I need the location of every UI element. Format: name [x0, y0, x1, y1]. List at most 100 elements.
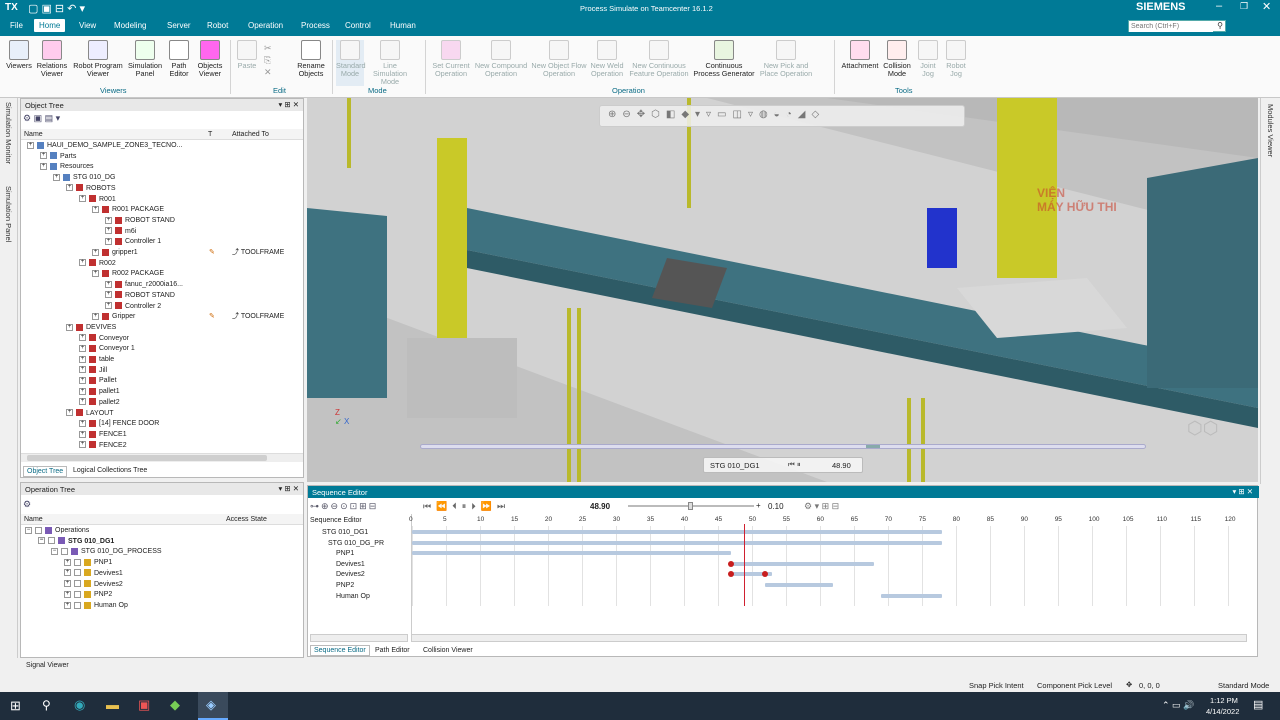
- search-box[interactable]: ⚲: [1128, 20, 1226, 32]
- tree-row[interactable]: + HAUI_DEMO_SAMPLE_ZONE3_TECNO...: [27, 141, 182, 151]
- tree-row[interactable]: + STG 010_DG: [53, 173, 115, 183]
- tab-logical-collections[interactable]: Logical Collections Tree: [73, 467, 147, 474]
- menu-server[interactable]: Server: [167, 21, 191, 30]
- sequence-row-label[interactable]: STG 010_DG1: [322, 528, 368, 538]
- panel-controls-icon[interactable]: ▾ ⊞ ✕: [278, 100, 299, 109]
- expand-toggle-icon[interactable]: +: [66, 409, 73, 417]
- tree-row[interactable]: + R002 PACKAGE: [92, 269, 164, 279]
- menu-modeling[interactable]: Modeling: [114, 21, 146, 30]
- expand-toggle-icon[interactable]: +: [79, 419, 86, 427]
- collision-marker-icon[interactable]: [728, 571, 735, 578]
- gantt-bar[interactable]: [412, 530, 943, 534]
- expand-toggle-icon[interactable]: +: [105, 216, 112, 224]
- menu-robot[interactable]: Robot: [207, 21, 228, 30]
- file-explorer-icon[interactable]: ▬: [106, 697, 119, 712]
- tree-row[interactable]: + pallet2: [79, 398, 120, 408]
- tree-row[interactable]: + R002: [79, 259, 116, 269]
- tree-row[interactable]: + gripper1: [92, 248, 138, 258]
- operation-row[interactable]: + Devives1: [64, 569, 123, 579]
- quick-access-icons[interactable]: ▢ ▣ ⊟ ↶ ▾: [28, 2, 85, 15]
- sequence-row-label[interactable]: Devives1: [336, 560, 365, 570]
- operation-row[interactable]: + Devives2: [64, 580, 123, 590]
- menu-file[interactable]: File: [10, 21, 23, 30]
- operation-tree-toolbar[interactable]: ⚙: [23, 499, 31, 510]
- 3d-viewport[interactable]: ⊕⊖✥⬡◧◆▾▿▭◫▿◍◒◔◢◇ VIỆN MÁY HỮU THI STG 010…: [307, 98, 1258, 482]
- expand-toggle-icon[interactable]: +: [66, 184, 73, 192]
- tree-row[interactable]: + Conveyor: [79, 334, 129, 344]
- gantt-bar[interactable]: [412, 551, 732, 556]
- edge-icon[interactable]: ◉: [74, 697, 85, 713]
- tab-object-tree[interactable]: Object Tree: [23, 466, 68, 477]
- expand-toggle-icon[interactable]: +: [64, 569, 71, 577]
- new-pick-place-operation-button[interactable]: New Pick and Place Operation: [757, 40, 815, 86]
- clock-time[interactable]: 1:12 PM: [1210, 696, 1238, 705]
- tree-row[interactable]: + fanuc_r2000ia16...: [105, 280, 183, 290]
- tab-signal-viewer[interactable]: Signal Viewer: [26, 662, 69, 669]
- tree-row[interactable]: + Gripper: [92, 312, 135, 322]
- tree-row[interactable]: + Parts: [40, 152, 76, 162]
- collision-marker-icon[interactable]: [762, 571, 769, 578]
- operation-row[interactable]: + PNP2: [64, 590, 112, 600]
- tree-row[interactable]: + Jill: [79, 366, 107, 376]
- sequence-toolbar-left[interactable]: ⊶⊕⊖⊙⊡⊞⊟: [310, 501, 378, 512]
- expand-toggle-icon[interactable]: +: [79, 441, 86, 449]
- expand-toggle-icon[interactable]: +: [105, 291, 112, 299]
- attachment-button[interactable]: Attachment: [840, 40, 880, 86]
- expand-toggle-icon[interactable]: +: [66, 323, 73, 331]
- new-continuous-feature-operation-button[interactable]: New Continuous Feature Operation: [627, 40, 691, 86]
- tree-row[interactable]: + ROBOT STAND: [105, 216, 175, 226]
- expand-toggle-icon[interactable]: +: [27, 141, 34, 149]
- sequence-row-label[interactable]: PNP1: [336, 549, 354, 559]
- expand-toggle-icon[interactable]: +: [79, 195, 86, 203]
- expand-toggle-icon[interactable]: −: [51, 548, 58, 556]
- operation-row[interactable]: + PNP1: [64, 558, 112, 568]
- expand-toggle-icon[interactable]: +: [105, 237, 112, 245]
- process-simulate-taskbar-button[interactable]: ◈: [198, 692, 228, 720]
- tab-modules-viewer[interactable]: Modules Viewer: [1266, 104, 1275, 157]
- tree-row[interactable]: + table: [79, 355, 114, 365]
- robot-program-viewer-button[interactable]: Robot Program Viewer: [70, 40, 126, 86]
- tree-row[interactable]: + ROBOT STAND: [105, 291, 175, 301]
- rename-objects-button[interactable]: Rename Objects: [296, 40, 326, 86]
- overlay-play-controls[interactable]: ⏮ ⏸: [788, 460, 801, 470]
- collision-marker-icon[interactable]: [728, 560, 735, 567]
- expand-toggle-icon[interactable]: +: [64, 580, 71, 588]
- expand-toggle-icon[interactable]: +: [40, 163, 47, 171]
- sequence-row-label[interactable]: STG 010_DG_PR: [328, 539, 384, 549]
- gantt-chart[interactable]: 0 5 10 15 20 25 30 35 40 45 50 55 60 65 70 75 80 85 90 95 10…: [409, 514, 1247, 634]
- gantt-bar[interactable]: [412, 540, 943, 545]
- expand-toggle-icon[interactable]: +: [105, 280, 112, 288]
- menu-control[interactable]: Control: [345, 21, 371, 30]
- sequence-toolbar-right[interactable]: ⚙ ▾ ⊞ ⊟: [804, 501, 839, 512]
- expand-toggle-icon[interactable]: +: [79, 377, 86, 385]
- tree-row[interactable]: + Pallet: [79, 376, 117, 386]
- tree-row[interactable]: + Controller 2: [105, 302, 161, 312]
- checkbox[interactable]: [48, 537, 55, 545]
- sequence-row-label[interactable]: PNP2: [336, 581, 354, 591]
- expand-toggle-icon[interactable]: +: [105, 227, 112, 235]
- app-green-icon[interactable]: ◆: [170, 697, 180, 713]
- app-red-icon[interactable]: ▣: [138, 697, 150, 713]
- tree-row[interactable]: + FENCE1: [79, 430, 127, 440]
- gantt-bar[interactable]: [765, 583, 834, 587]
- operation-row[interactable]: − STG 010_DG1: [38, 537, 114, 547]
- expand-toggle-icon[interactable]: +: [92, 248, 99, 256]
- tree-row[interactable]: + [14] FENCE DOOR: [79, 419, 159, 429]
- notification-icon[interactable]: ▤: [1253, 698, 1263, 711]
- navigation-cube-icon[interactable]: ⬡⬡: [1187, 418, 1237, 458]
- step-value[interactable]: 0.10: [768, 502, 784, 511]
- status-pick-level[interactable]: Component Pick Level: [1037, 681, 1112, 690]
- checkbox[interactable]: [74, 590, 81, 598]
- menu-process[interactable]: Process: [301, 21, 330, 30]
- col-type[interactable]: T: [208, 131, 212, 138]
- expand-toggle-icon[interactable]: +: [64, 558, 71, 566]
- collision-mode-button[interactable]: Collision Mode: [880, 40, 914, 86]
- sequence-row-label[interactable]: Human Op: [336, 592, 370, 602]
- expand-toggle-icon[interactable]: +: [79, 334, 86, 342]
- checkbox[interactable]: [61, 548, 68, 556]
- time-cursor[interactable]: [744, 524, 746, 606]
- menu-home[interactable]: Home: [34, 19, 66, 32]
- search-input[interactable]: [1129, 21, 1213, 32]
- status-snap[interactable]: Snap Pick Intent: [969, 681, 1024, 690]
- gantt-bar[interactable]: [731, 561, 875, 566]
